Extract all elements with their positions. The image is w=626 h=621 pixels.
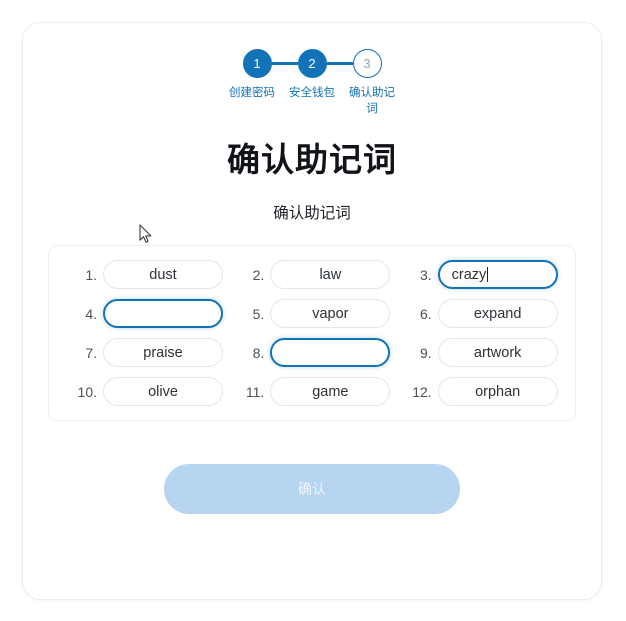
mnemonic-index-label: 7. [85,344,97,361]
mnemonic-word-value: vapor [312,305,349,322]
mnemonic-word-value: law [319,266,342,283]
mnemonic-word-value: game [312,383,349,400]
step-label-3: 确认助记词 [349,87,395,115]
stepper-circles: 1 2 3 [242,49,382,78]
wallet-setup-card: 1 2 3 创建密码 安全钱包 确认助记词 确认助记词 确认助记词 1. dust… [22,22,602,600]
mnemonic-word-input-9[interactable]: artwork [437,338,558,368]
mnemonic-index-label: 10. [77,383,97,400]
mnemonic-word-input-5[interactable]: vapor [270,299,391,329]
mnemonic-grid: 1. dust 2. law 3. crazy 4. 5. vapor 6. expand 7. pra… [61,260,563,407]
mnemonic-cell: 8. [228,338,395,368]
mnemonic-index-label: 9. [419,344,432,361]
mnemonic-index-label: 8. [252,344,265,361]
mnemonic-index-label: 6. [419,305,432,322]
step-circle-2[interactable]: 2 [297,49,327,78]
page-subtitle: 确认助记词 [273,205,351,223]
mnemonic-word-input-11[interactable]: game [270,377,391,407]
mnemonic-word-input-8[interactable] [270,338,391,368]
mnemonic-cell: 12. orphan [396,377,563,407]
mnemonic-index-label: 11. [245,383,265,400]
mnemonic-cell: 10. olive [61,377,228,407]
mnemonic-word-input-6[interactable]: expand [437,299,558,329]
mnemonic-cell: 2. law [228,260,395,290]
mnemonic-word-input-3[interactable]: crazy [437,260,558,290]
mnemonic-word-value: artwork [473,344,522,361]
step-connector-2-3 [326,62,353,65]
text-caret [487,267,489,283]
mnemonic-word-input-2[interactable]: law [270,260,391,290]
mnemonic-index-label: 1. [85,266,97,283]
mnemonic-word-input-12[interactable]: orphan [437,377,558,407]
mnemonic-word-value: olive [148,383,178,400]
stepper-labels: 创建密码 安全钱包 确认助记词 [225,86,400,117]
mnemonic-word-input-10[interactable]: olive [103,377,223,407]
mnemonic-cell: 9. artwork [396,338,563,368]
confirm-button-wrap: 确认 [23,464,601,515]
mnemonic-word-input-7[interactable]: praise [103,338,223,368]
mnemonic-cell: 1. dust [61,260,228,290]
mnemonic-cell: 6. expand [396,299,563,329]
mnemonic-cell: 3. crazy [396,260,563,290]
mnemonic-word-value: praise [143,344,183,361]
mnemonic-index-label: 2. [252,266,265,283]
mnemonic-word-input-1[interactable]: dust [103,260,223,290]
mnemonic-cell: 7. praise [61,338,228,368]
mnemonic-word-value: orphan [475,383,521,400]
step-connector-1-2 [271,62,298,65]
page-title: 确认助记词 [227,141,397,179]
mnemonic-word-value: dust [149,266,177,283]
mnemonic-word-input-4[interactable] [103,299,223,329]
mnemonic-index-label: 12. [412,383,432,400]
mnemonic-cell: 4. [61,299,228,329]
mnemonic-word-value: expand [473,305,522,322]
confirm-button[interactable]: 确认 [164,464,460,515]
step-circle-1[interactable]: 1 [242,49,272,78]
progress-stepper: 1 2 3 创建密码 安全钱包 确认助记词 [23,49,601,117]
mnemonic-panel: 1. dust 2. law 3. crazy 4. 5. vapor 6. expand 7. pra… [48,245,576,422]
mnemonic-index-label: 3. [419,266,432,283]
mnemonic-cell: 5. vapor [228,299,395,329]
step-label-2: 安全钱包 [289,87,335,99]
mnemonic-index-label: 4. [85,305,97,322]
step-circle-3[interactable]: 3 [352,49,382,78]
mnemonic-index-label: 5. [252,305,265,322]
mnemonic-word-value: crazy [451,266,487,283]
mnemonic-cell: 11. game [228,377,395,407]
step-label-1: 创建密码 [229,87,275,99]
